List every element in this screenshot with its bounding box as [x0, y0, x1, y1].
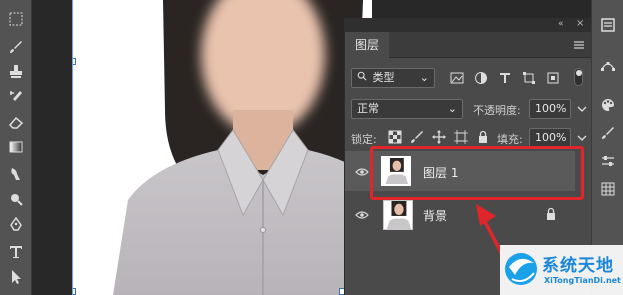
layer-row[interactable]: 背景 [345, 194, 575, 234]
type-tool-icon[interactable] [7, 243, 25, 261]
layer-name[interactable]: 背景 [423, 207, 447, 224]
lock-position-move-icon[interactable] [431, 129, 447, 145]
layer-filter-select[interactable]: 类型 ⌄ [351, 68, 435, 88]
gradient-tool-icon[interactable] [7, 138, 25, 156]
close-icon[interactable]: × [576, 18, 584, 29]
watermark-url: XiTongTianDi.net [544, 276, 621, 285]
paths-icon[interactable] [599, 56, 617, 74]
visibility-eye-icon[interactable] [355, 209, 369, 219]
portrait-photo [73, 0, 372, 295]
blend-mode-select[interactable]: 正常 ⌄ [351, 99, 463, 119]
history-brush-icon[interactable] [7, 88, 25, 106]
blend-mode-value: 正常 [357, 102, 379, 115]
watermark-title: 系统天地 [542, 256, 614, 276]
chevron-down-icon[interactable] [574, 130, 590, 146]
lock-label: 锁定: [351, 133, 377, 146]
tab-layers[interactable]: 图层 [345, 32, 389, 58]
annotation-highlight-box [370, 146, 584, 200]
watermark: 系统天地 XiTongTianDi.net [500, 245, 623, 295]
shape-filter-icon[interactable] [521, 70, 537, 86]
search-icon [357, 69, 369, 87]
smart-object-filter-icon[interactable] [545, 70, 561, 86]
layer-lock-icon [543, 206, 559, 222]
properties-icon[interactable] [599, 16, 617, 34]
fill-input[interactable]: 100% [529, 128, 571, 148]
panel-header: 图层 [345, 32, 592, 58]
chevron-down-icon[interactable] [574, 101, 590, 117]
panel-menu-icon[interactable] [571, 37, 587, 53]
document-image [72, 0, 372, 295]
visibility-eye-icon[interactable] [355, 166, 369, 176]
dodge-tool-icon[interactable] [7, 190, 25, 208]
layer-thumbnail [383, 200, 413, 230]
filter-label: 类型 [372, 71, 395, 84]
transform-handle[interactable] [73, 58, 76, 65]
lock-artboard-icon[interactable] [453, 129, 469, 145]
chevron-down-icon: ⌄ [447, 102, 457, 115]
adjustments-sliders-icon[interactable] [599, 152, 617, 170]
lock-all-icon[interactable] [475, 129, 491, 145]
chevron-down-icon: ⌄ [419, 71, 429, 84]
adjustment-filter-icon[interactable] [473, 70, 489, 86]
brush-settings-icon[interactable] [599, 124, 617, 142]
filter-toggle[interactable] [574, 68, 583, 86]
opacity-input[interactable]: 100% [529, 99, 571, 119]
lock-transparent-pixels-icon[interactable] [387, 129, 403, 145]
lock-image-pixels-brush-icon[interactable] [409, 129, 425, 145]
smudge-tool-icon[interactable] [7, 165, 25, 183]
swatches-palette-icon[interactable] [599, 96, 617, 114]
collapse-panels-icon[interactable]: « [558, 19, 564, 29]
tools-panel [0, 0, 32, 295]
transform-handle[interactable] [73, 288, 76, 295]
lasso-marquee-tool-icon[interactable] [7, 10, 25, 28]
eraser-tool-icon[interactable] [7, 113, 25, 131]
pen-tool-icon[interactable] [7, 215, 25, 233]
pixel-filter-icon[interactable] [449, 70, 465, 86]
brush-tool-icon[interactable] [7, 38, 25, 56]
panel-dock-bar: « × [344, 18, 591, 32]
stamp-tool-icon[interactable] [7, 62, 25, 80]
type-filter-icon[interactable] [497, 70, 513, 86]
opacity-label: 不透明度: [473, 104, 521, 117]
move-selection-arrow-icon[interactable] [7, 268, 25, 286]
table-grid-icon[interactable] [599, 180, 617, 198]
fill-label: 填充: [497, 133, 523, 146]
